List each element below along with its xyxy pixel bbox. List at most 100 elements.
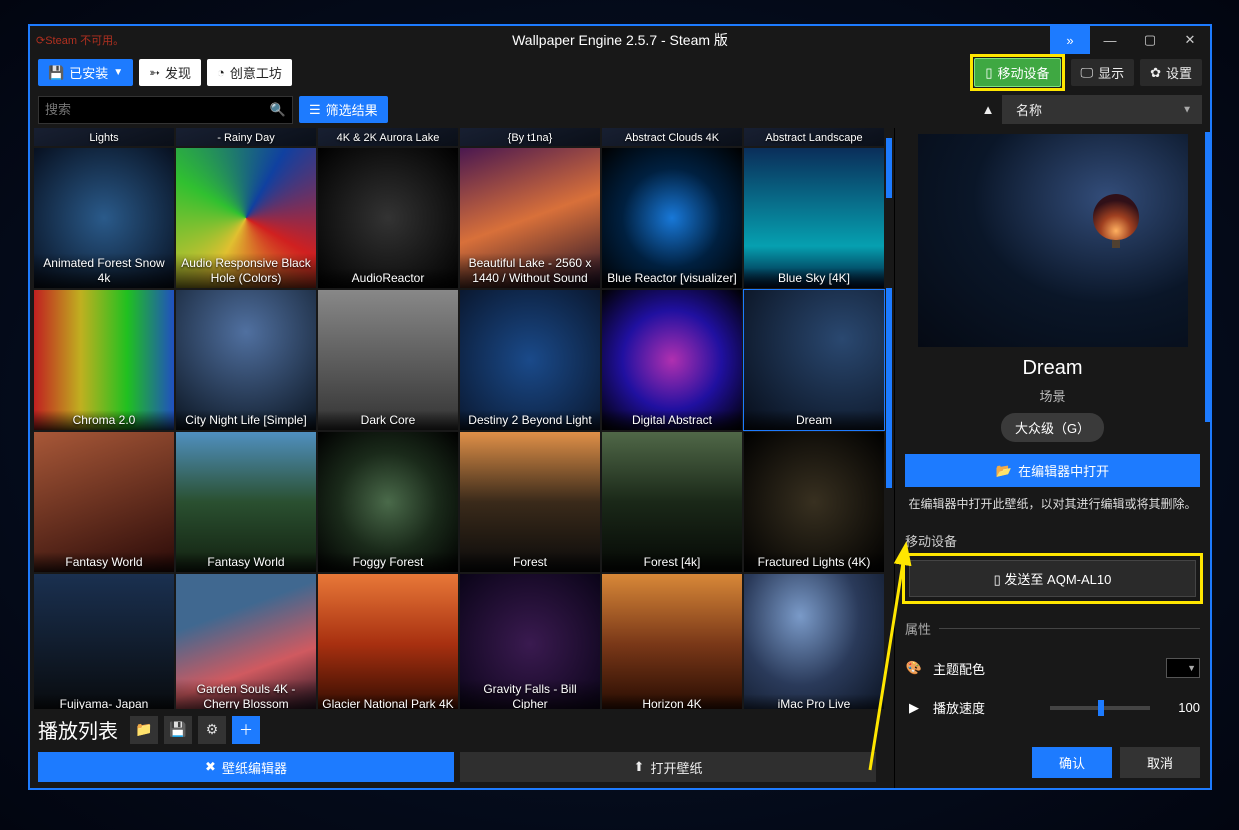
- tile-label: Destiny 2 Beyond Light: [460, 410, 600, 430]
- playlist-open-folder-button[interactable]: 📁: [130, 716, 158, 744]
- wallpaper-tile[interactable]: City Night Life [Simple]: [176, 290, 316, 430]
- palette-icon: 🎨: [905, 660, 923, 676]
- theme-color-row: 🎨 主题配色: [905, 658, 1200, 678]
- wallpaper-type: 场景: [905, 386, 1200, 405]
- gallery-scrollbar-track[interactable]: [886, 128, 892, 788]
- wallpaper-tile-partial[interactable]: - Rainy Day: [176, 128, 316, 146]
- gallery-scrollbar-thumb[interactable]: [886, 138, 892, 198]
- sort-select[interactable]: 名称: [1002, 95, 1202, 124]
- save-icon: 💾: [48, 65, 64, 81]
- theme-color-picker[interactable]: [1166, 658, 1200, 678]
- wallpaper-tile-partial[interactable]: 4K & 2K Aurora Lake: [318, 128, 458, 146]
- play-speed-row: ▶ 播放速度 100: [905, 698, 1200, 717]
- wallpaper-tile[interactable]: Chroma 2.0: [34, 290, 174, 430]
- mobile-section-label: 移动设备: [905, 531, 1200, 550]
- wallpaper-tile[interactable]: Destiny 2 Beyond Light: [460, 290, 600, 430]
- wallpaper-tile[interactable]: Beautiful Lake - 2560 x 1440 / Without S…: [460, 148, 600, 288]
- wallpaper-tile-partial[interactable]: Abstract Landscape: [744, 128, 884, 146]
- cancel-button[interactable]: 取消: [1120, 747, 1200, 778]
- discover-tab[interactable]: ➳发现: [139, 59, 201, 86]
- tile-label: Forest [4k]: [602, 552, 742, 572]
- titlebar: ⟳Steam 不可用。 Wallpaper Engine 2.5.7 - Ste…: [30, 26, 1210, 54]
- expand-button[interactable]: »: [1050, 26, 1090, 54]
- tile-label: Forest: [460, 552, 600, 572]
- playlist-settings-button[interactable]: ⚙: [198, 716, 226, 744]
- app-window: ⟳Steam 不可用。 Wallpaper Engine 2.5.7 - Ste…: [28, 24, 1212, 790]
- search-icon[interactable]: 🔍: [270, 102, 286, 118]
- search-box[interactable]: 🔍: [38, 96, 293, 124]
- slider-thumb[interactable]: [1098, 700, 1104, 716]
- tile-label: Dark Core: [318, 410, 458, 430]
- gallery: Lights- Rainy Day4K & 2K Aurora Lake{By …: [30, 128, 894, 788]
- send-to-device-button[interactable]: ▯ 发送至 AQM-AL10: [909, 560, 1196, 597]
- search-input[interactable]: [45, 102, 270, 117]
- bottom-panel: 播放列表 📁 💾 ⚙ ＋ ✖壁纸编辑器 ⬆打开壁纸: [30, 709, 884, 788]
- minimize-button[interactable]: —: [1090, 26, 1130, 54]
- tile-label: Fantasy World: [176, 552, 316, 572]
- tile-label: Digital Abstract: [602, 410, 742, 430]
- wallpaper-tile[interactable]: Fantasy World: [176, 432, 316, 572]
- open-in-editor-button[interactable]: 📂在编辑器中打开: [905, 454, 1200, 487]
- wallpaper-tile[interactable]: AudioReactor: [318, 148, 458, 288]
- playlist-add-button[interactable]: ＋: [232, 716, 260, 744]
- tile-label: Audio Responsive Black Hole (Colors): [176, 253, 316, 288]
- wallpaper-tile[interactable]: Garden Souls 4K - Cherry Blossom: [176, 574, 316, 714]
- gallery-scrollbar-thumb[interactable]: [886, 288, 892, 488]
- wallpaper-tile[interactable]: Blue Sky [4K]: [744, 148, 884, 288]
- wallpaper-tile[interactable]: Digital Abstract: [602, 290, 742, 430]
- wallpaper-tile[interactable]: iMac Pro Live: [744, 574, 884, 714]
- wallpaper-tile[interactable]: Animated Forest Snow 4k: [34, 148, 174, 288]
- properties-section-label: 属性: [905, 619, 1200, 638]
- maximize-button[interactable]: ▢: [1130, 26, 1170, 54]
- open-wallpaper-button[interactable]: ⬆打开壁纸: [460, 752, 876, 782]
- filter-results-button[interactable]: ☰筛选结果: [299, 96, 388, 123]
- gear-icon: ✿: [1150, 65, 1161, 81]
- tile-label: Blue Reactor [visualizer]: [602, 268, 742, 288]
- close-button[interactable]: ✕: [1170, 26, 1210, 54]
- play-speed-label: 播放速度: [933, 698, 1040, 717]
- wallpaper-tile[interactable]: Forest [4k]: [602, 432, 742, 572]
- wallpaper-tile[interactable]: Dark Core: [318, 290, 458, 430]
- play-speed-slider[interactable]: [1050, 706, 1150, 710]
- steam-icon: ◔: [217, 65, 225, 80]
- filter-bar: 🔍 ☰筛选结果 ▲ 名称: [30, 91, 1210, 128]
- compass-icon: ➳: [149, 65, 160, 81]
- installed-tab[interactable]: 💾 已安装 ▼: [38, 59, 133, 86]
- wallpaper-tile[interactable]: Blue Reactor [visualizer]: [602, 148, 742, 288]
- wallpaper-tile[interactable]: Horizon 4K: [602, 574, 742, 714]
- ok-button[interactable]: 确认: [1032, 747, 1112, 778]
- tile-label: AudioReactor: [318, 268, 458, 288]
- magic-wand-icon: ✖: [205, 759, 216, 775]
- main-toolbar: 💾 已安装 ▼ ➳发现 ◔创意工坊 ▯移动设备 🖵显示 ✿设置: [30, 54, 1210, 91]
- wallpaper-tile[interactable]: Fractured Lights (4K): [744, 432, 884, 572]
- sidebar-scrollbar[interactable]: [1205, 132, 1210, 422]
- wallpaper-tile[interactable]: Glacier National Park 4K: [318, 574, 458, 714]
- tile-label: Chroma 2.0: [34, 410, 174, 430]
- upload-icon: ⬆: [634, 759, 645, 775]
- workshop-tab[interactable]: ◔创意工坊: [207, 59, 292, 86]
- phone-icon: ▯: [994, 572, 1001, 587]
- settings-button[interactable]: ✿设置: [1140, 59, 1202, 86]
- wallpaper-tile-partial[interactable]: Abstract Clouds 4K: [602, 128, 742, 146]
- theme-color-label: 主题配色: [933, 659, 1156, 678]
- wallpaper-tile[interactable]: Fantasy World: [34, 432, 174, 572]
- play-icon: ▶: [905, 700, 923, 716]
- wallpaper-tile[interactable]: Gravity Falls - Bill Cipher: [460, 574, 600, 714]
- balloon-graphic: [1093, 194, 1139, 254]
- sort-direction-toggle[interactable]: ▲: [978, 100, 998, 120]
- playlist-title: 播放列表: [38, 715, 118, 744]
- editor-description: 在编辑器中打开此壁纸，以对其进行编辑或将其删除。: [905, 495, 1200, 513]
- tile-label: Fractured Lights (4K): [744, 552, 884, 572]
- wallpaper-tile[interactable]: Dream: [744, 290, 884, 430]
- display-button[interactable]: 🖵显示: [1071, 59, 1135, 86]
- wallpaper-tile[interactable]: Audio Responsive Black Hole (Colors): [176, 148, 316, 288]
- wallpaper-editor-button[interactable]: ✖壁纸编辑器: [38, 752, 454, 782]
- mobile-highlight: ▯移动设备: [974, 58, 1060, 87]
- mobile-button[interactable]: ▯移动设备: [974, 58, 1060, 87]
- playlist-save-button[interactable]: 💾: [164, 716, 192, 744]
- wallpaper-tile[interactable]: Fujiyama- Japan: [34, 574, 174, 714]
- wallpaper-tile-partial[interactable]: Lights: [34, 128, 174, 146]
- wallpaper-tile-partial[interactable]: {By t1na}: [460, 128, 600, 146]
- wallpaper-tile[interactable]: Forest: [460, 432, 600, 572]
- wallpaper-tile[interactable]: Foggy Forest: [318, 432, 458, 572]
